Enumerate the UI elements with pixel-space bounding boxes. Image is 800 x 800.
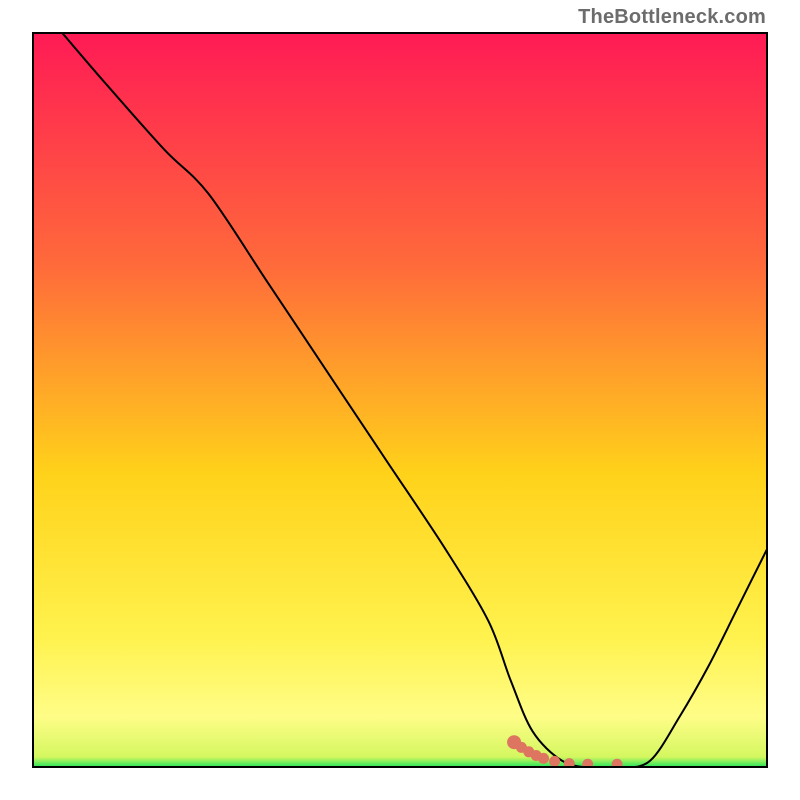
plot-area xyxy=(32,32,768,768)
marker-dot xyxy=(549,756,560,767)
marker-dot xyxy=(538,753,549,764)
marker-dot xyxy=(612,759,623,768)
curve-line xyxy=(61,32,768,768)
chart-container: TheBottleneck.com xyxy=(0,0,800,800)
plot-overlay xyxy=(32,32,768,768)
marker-dot xyxy=(582,759,593,768)
marker-dot xyxy=(564,758,575,768)
marker-group xyxy=(507,735,622,768)
watermark-text: TheBottleneck.com xyxy=(578,6,766,29)
